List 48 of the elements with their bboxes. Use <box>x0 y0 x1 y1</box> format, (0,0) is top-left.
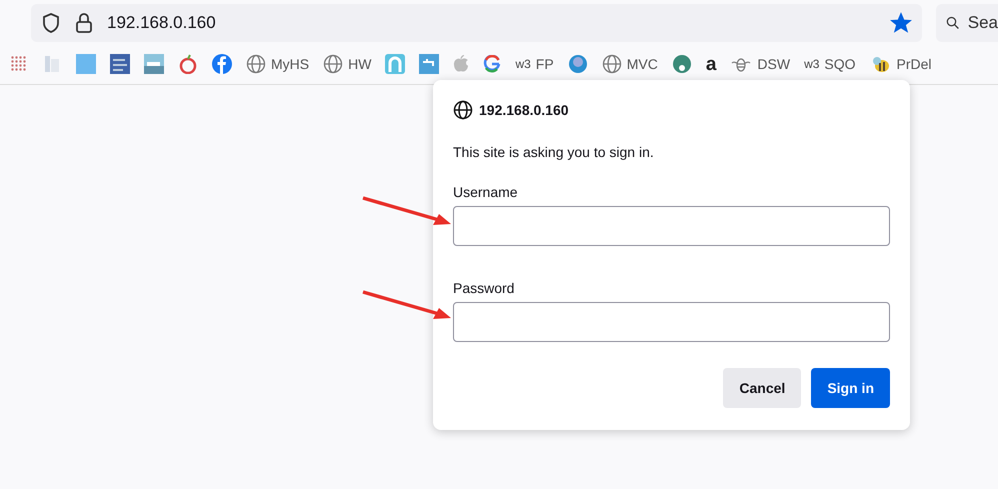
arch-icon <box>385 54 406 74</box>
bookmark-item[interactable]: w3 SQO <box>804 56 856 72</box>
dialog-message: This site is asking you to sign in. <box>453 144 655 160</box>
input-field[interactable] <box>453 206 890 246</box>
document-icon <box>42 54 62 74</box>
bookmark-item[interactable] <box>10 55 28 73</box>
url-text: 192.168.0.160 <box>107 13 217 33</box>
bookmark-item[interactable] <box>385 54 406 74</box>
globe-icon <box>453 100 473 120</box>
grid-icon <box>10 55 28 73</box>
bookmark-item[interactable] <box>568 54 588 74</box>
f-logo-icon <box>212 54 232 74</box>
bookmark-item[interactable] <box>672 54 692 74</box>
bookmark-item[interactable] <box>453 55 470 73</box>
globe-icon <box>602 54 622 74</box>
star-icon[interactable] <box>890 12 912 34</box>
apple-icon <box>453 55 470 73</box>
globe-icon <box>246 54 266 74</box>
bookmark-item[interactable]: MVC <box>602 54 658 74</box>
bookmark-item[interactable] <box>212 54 232 74</box>
input-field[interactable] <box>453 302 890 342</box>
globe-icon <box>323 54 344 74</box>
w3-logo: w3 <box>515 57 531 71</box>
tile-icon <box>110 54 130 74</box>
address-bar[interactable]: 192.168.0.160 <box>31 4 922 42</box>
bookmark-item[interactable]: a <box>706 54 716 74</box>
bookmark-item[interactable] <box>178 54 198 74</box>
bookmark-item[interactable] <box>483 55 502 73</box>
sign-in-button[interactable]: Sign in <box>811 368 890 408</box>
lock-icon[interactable] <box>75 12 93 34</box>
square-icon <box>76 54 96 74</box>
bookmark-item[interactable]: PrDel <box>870 53 932 75</box>
fan-icon <box>672 54 692 74</box>
field-label: Password <box>453 280 516 296</box>
g-logo-icon <box>483 55 502 73</box>
site-address: 192.168.0.160 <box>479 102 569 118</box>
emblem-icon <box>568 54 588 74</box>
bookmark-item[interactable]: MyHS <box>246 54 310 74</box>
field-label: Username <box>453 184 519 200</box>
search-field[interactable]: Sea <box>936 4 998 42</box>
apple-icon <box>178 54 198 74</box>
w3-logo: w3 <box>804 57 820 71</box>
bookmark-item[interactable]: DSW <box>730 55 790 73</box>
shield-icon[interactable] <box>41 12 61 34</box>
bookmark-item[interactable] <box>110 54 130 74</box>
bookmark-item[interactable]: HW <box>323 54 372 74</box>
cancel-button[interactable]: Cancel <box>723 368 802 408</box>
bookmark-item[interactable]: w3 FP <box>515 56 554 72</box>
